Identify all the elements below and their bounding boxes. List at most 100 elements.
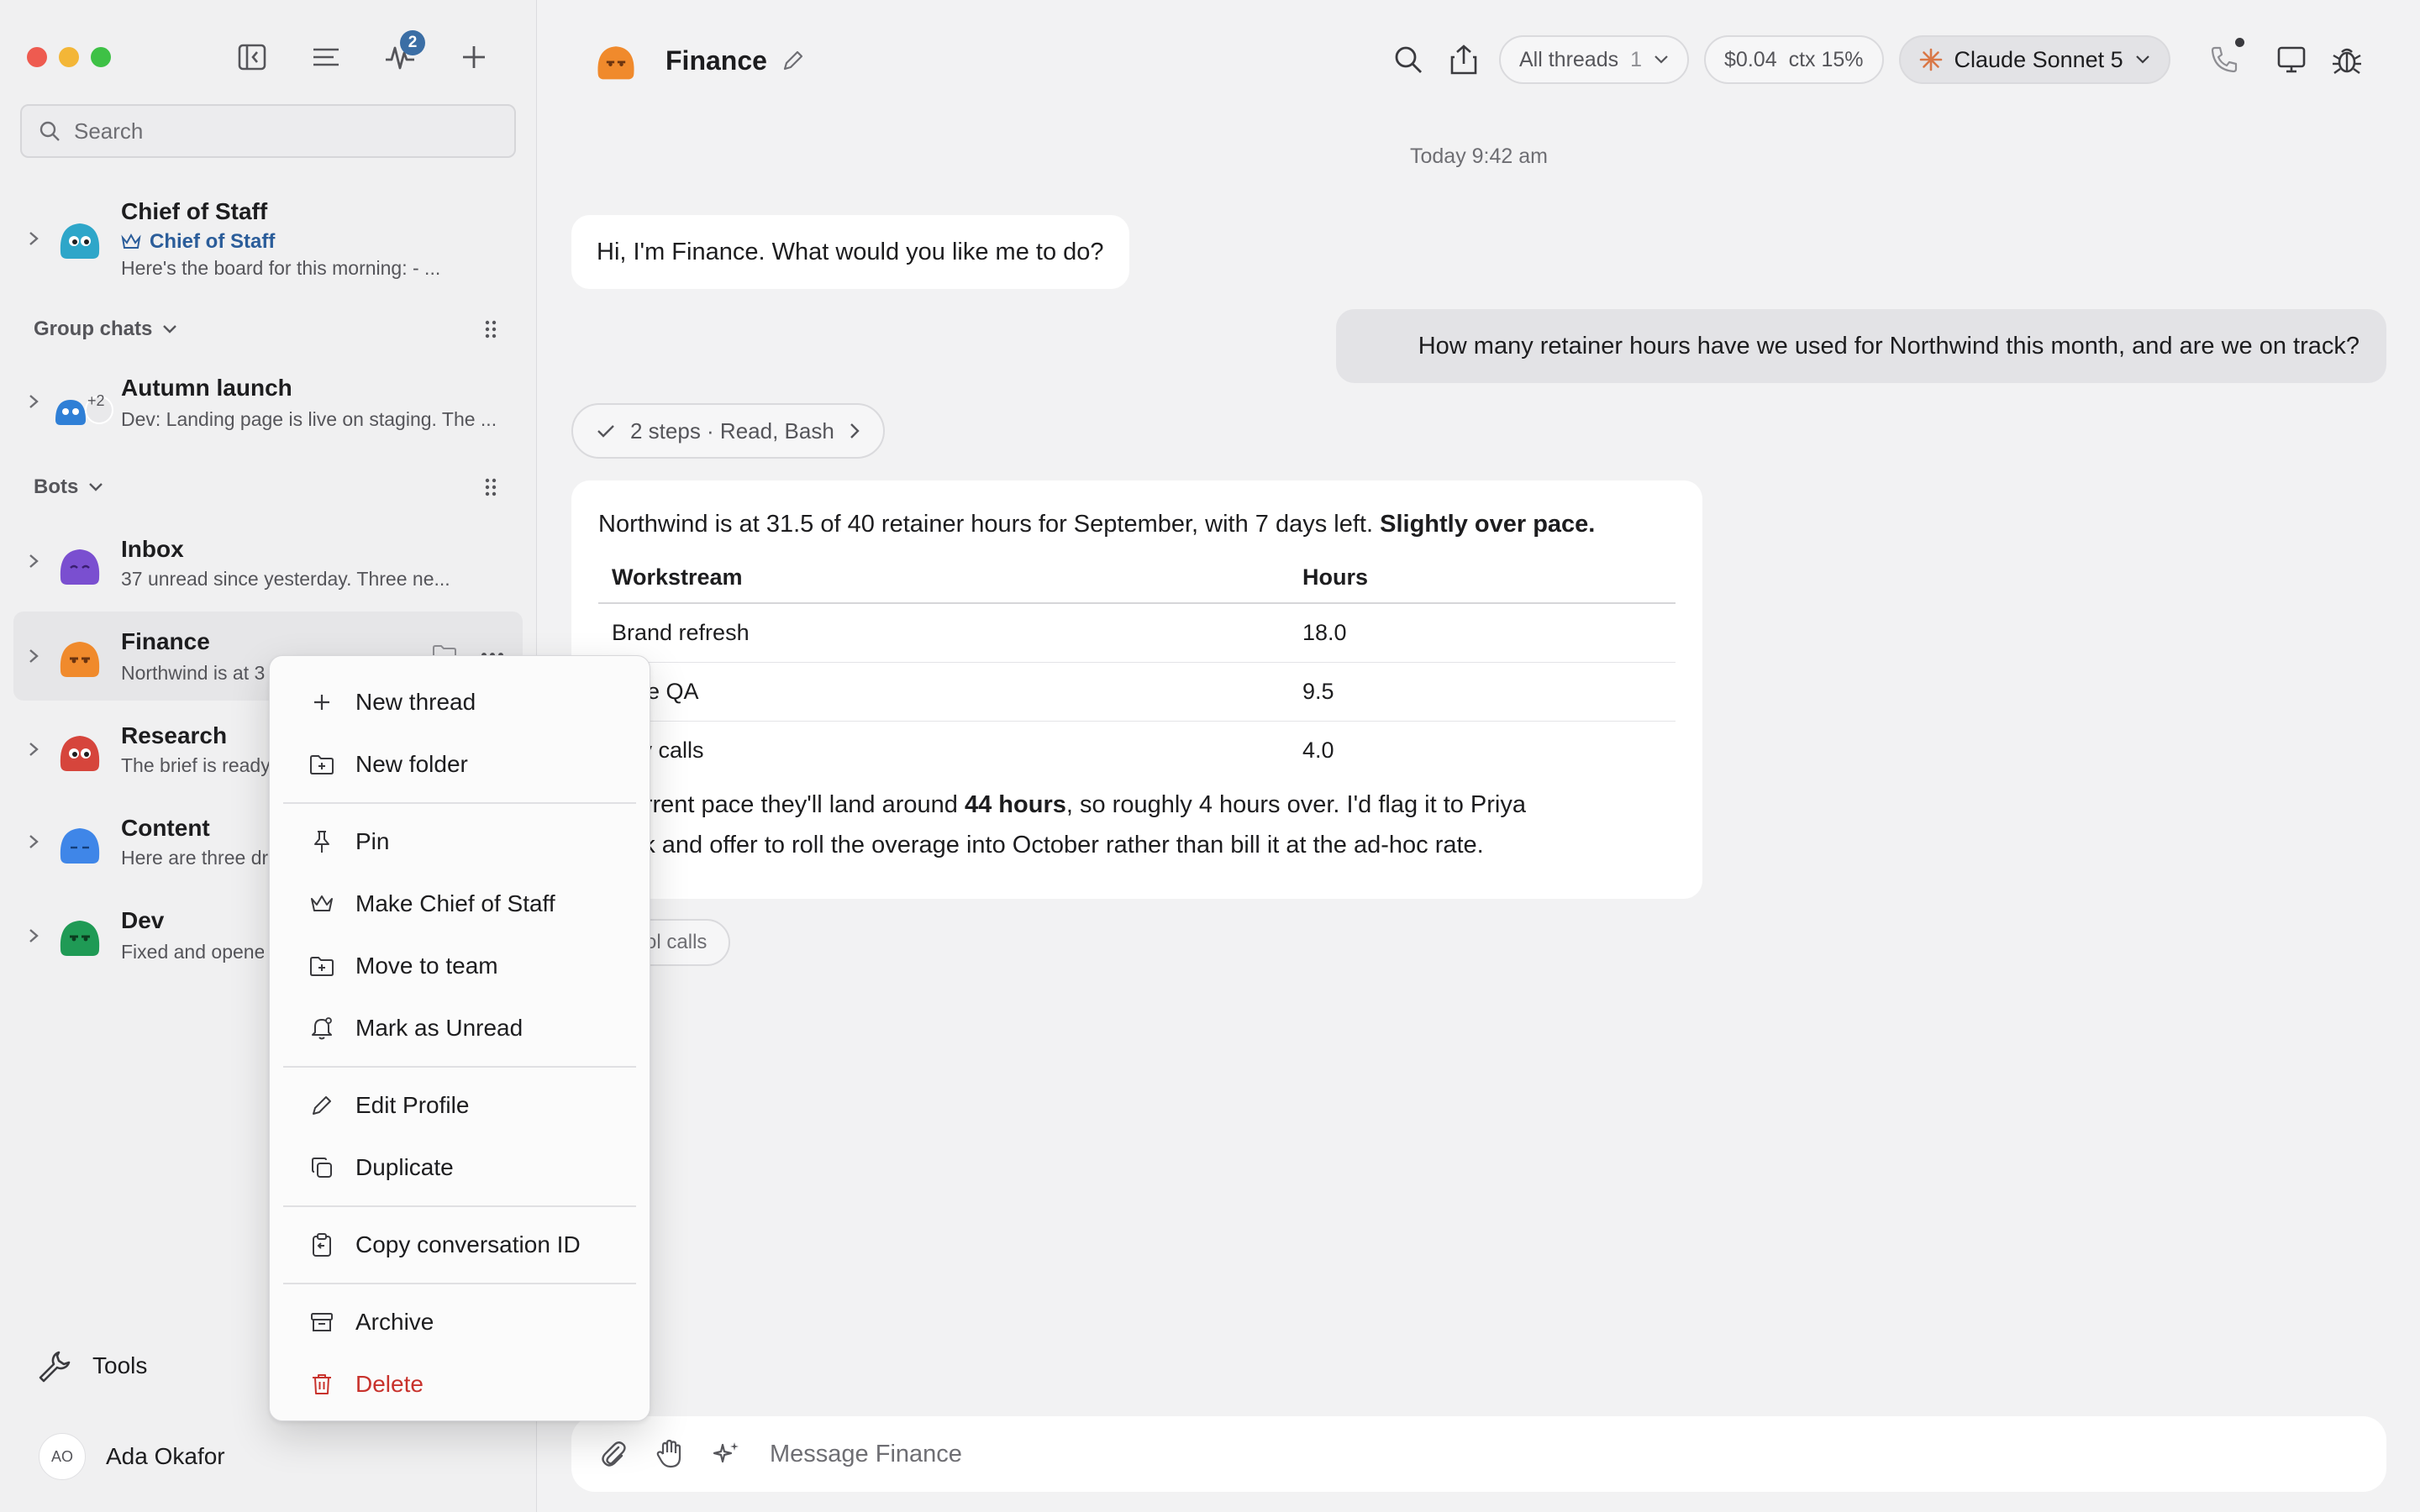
window-controls — [27, 47, 111, 67]
chat-pane: Finance All threads 1 $0.04 ctx 15% Clau… — [538, 0, 2420, 1512]
chevron-down-icon — [89, 483, 103, 491]
usage-pill[interactable]: $0.04 ctx 15% — [1704, 35, 1884, 84]
table-header: Workstream — [598, 553, 1289, 604]
search-field[interactable] — [20, 104, 516, 158]
menu-item-make-chief-of-staff[interactable]: Make Chief of Staff — [283, 873, 636, 935]
table-row: Brand refresh 18.0 — [598, 603, 1676, 663]
menu-item-move-to-team[interactable]: Move to team — [283, 935, 636, 997]
chevron-down-icon — [1655, 55, 1668, 64]
bot-title: Content — [121, 815, 210, 841]
group-chat-title: Autumn launch — [121, 375, 292, 401]
bot-title: Research — [121, 722, 228, 748]
drag-handle-icon[interactable] — [481, 319, 501, 339]
folder-plus-icon — [308, 751, 335, 778]
menu-item-archive[interactable]: Archive — [283, 1291, 636, 1353]
screen-share-button[interactable] — [2271, 36, 2312, 83]
maximize-window-button[interactable] — [91, 47, 111, 67]
menu-item-pin[interactable]: Pin — [283, 811, 636, 873]
debug-button[interactable] — [2327, 36, 2367, 83]
table-cell: Brand refresh — [598, 603, 1289, 663]
paperclip-icon[interactable] — [600, 1440, 627, 1468]
chevron-right-icon[interactable] — [25, 927, 42, 944]
hand-icon[interactable] — [655, 1439, 684, 1469]
model-selector[interactable]: Claude Sonnet 5 — [1898, 35, 2170, 84]
bot-preview: 37 unread since yesterday. Three ne... — [121, 568, 450, 590]
toggle-sidebar-button[interactable] — [234, 37, 271, 77]
message-composer — [571, 1416, 2386, 1492]
folder-move-icon — [308, 953, 335, 979]
new-chat-button[interactable] — [455, 37, 492, 77]
menu-item-new-thread[interactable]: New thread — [283, 671, 636, 733]
dev-bot-avatar — [60, 921, 100, 956]
chevron-right-icon[interactable] — [25, 393, 42, 410]
finance-bot-avatar — [60, 642, 100, 677]
sparkles-icon[interactable] — [713, 1440, 741, 1468]
drag-handle-icon[interactable] — [481, 477, 501, 497]
user-profile[interactable]: AO Ada Okafor — [39, 1433, 225, 1480]
content-bot-avatar — [60, 828, 100, 864]
avatar: AO — [39, 1433, 86, 1480]
minimize-window-button[interactable] — [59, 47, 79, 67]
menu-item-copy-conversation-id[interactable]: Copy conversation ID — [283, 1214, 636, 1276]
hours-table: Workstream Hours Brand refresh 18.0 osit… — [598, 553, 1676, 780]
chevron-right-icon[interactable] — [25, 648, 42, 664]
threads-dropdown[interactable]: All threads 1 — [1499, 35, 1690, 84]
bell-icon — [308, 1015, 335, 1042]
sidebar-toolbar: 2 — [234, 30, 492, 77]
crown-icon — [121, 233, 141, 249]
chevron-right-icon[interactable] — [25, 553, 42, 570]
assistant-greeting: Hi, I'm Finance. What would you like me … — [571, 215, 1129, 289]
activity-button[interactable]: 2 — [381, 30, 425, 77]
bots-header[interactable]: Bots — [34, 475, 103, 499]
wrench-icon — [39, 1351, 71, 1383]
chief-of-staff-tag: Chief of Staff — [121, 230, 275, 254]
finance-bot-avatar — [597, 46, 634, 80]
status-dot — [2234, 38, 2244, 47]
table-cell: ekly calls — [612, 737, 704, 763]
menu-item-new-folder[interactable]: New folder — [283, 733, 636, 795]
header-toolbar: All threads 1 $0.04 ctx 15% Claude Sonne… — [1388, 35, 2367, 84]
menu-divider — [283, 1066, 636, 1068]
close-window-button[interactable] — [27, 47, 47, 67]
plus-icon — [463, 46, 485, 68]
list-view-button[interactable] — [308, 37, 345, 77]
research-bot-avatar — [60, 736, 100, 771]
archive-icon — [308, 1309, 335, 1336]
menu-item-duplicate[interactable]: Duplicate — [283, 1137, 636, 1199]
menu-item-mark-as-unread[interactable]: Mark as Unread — [283, 997, 636, 1059]
table-cell: 18.0 — [1289, 603, 1676, 663]
menu-divider — [283, 1205, 636, 1207]
table-row: ekly calls 4.0 — [598, 721, 1676, 780]
steps-toggle[interactable]: 2 steps · Read, Bash — [571, 403, 885, 459]
group-avatar — [55, 396, 113, 425]
share-button[interactable] — [1444, 36, 1484, 83]
tools-button[interactable]: Tools — [37, 1349, 147, 1383]
bot-preview: Fixed and opene — [121, 941, 264, 963]
message-input[interactable] — [770, 1440, 2282, 1468]
chevron-right-icon[interactable] — [25, 230, 42, 247]
call-button[interactable] — [2204, 36, 2244, 83]
message-timestamp: Today 9:42 am — [1410, 144, 1548, 168]
search-button[interactable] — [1388, 36, 1428, 83]
menu-divider — [283, 802, 636, 804]
bot-preview: The brief is ready — [121, 754, 271, 776]
pencil-icon — [308, 1092, 335, 1119]
group-chats-header[interactable]: Group chats — [34, 318, 177, 341]
menu-item-delete[interactable]: Delete — [283, 1353, 636, 1415]
menu-item-edit-profile[interactable]: Edit Profile — [283, 1074, 636, 1137]
search-icon — [1395, 46, 1422, 73]
edit-title-icon[interactable] — [781, 49, 805, 72]
chevron-right-icon[interactable] — [25, 741, 42, 758]
notification-badge: 2 — [400, 30, 425, 55]
inbox-bot-avatar — [60, 549, 100, 585]
bot-title: Dev — [121, 907, 165, 933]
bot-title: Finance — [121, 628, 210, 654]
search-input[interactable] — [74, 118, 511, 144]
chief-of-staff-avatar — [60, 223, 100, 259]
crown-icon — [308, 890, 335, 917]
clipboard-icon — [308, 1231, 335, 1258]
chevron-right-icon[interactable] — [25, 833, 42, 850]
list-icon — [313, 48, 339, 66]
chevron-right-icon — [850, 423, 860, 438]
page-title: Finance — [666, 45, 767, 76]
